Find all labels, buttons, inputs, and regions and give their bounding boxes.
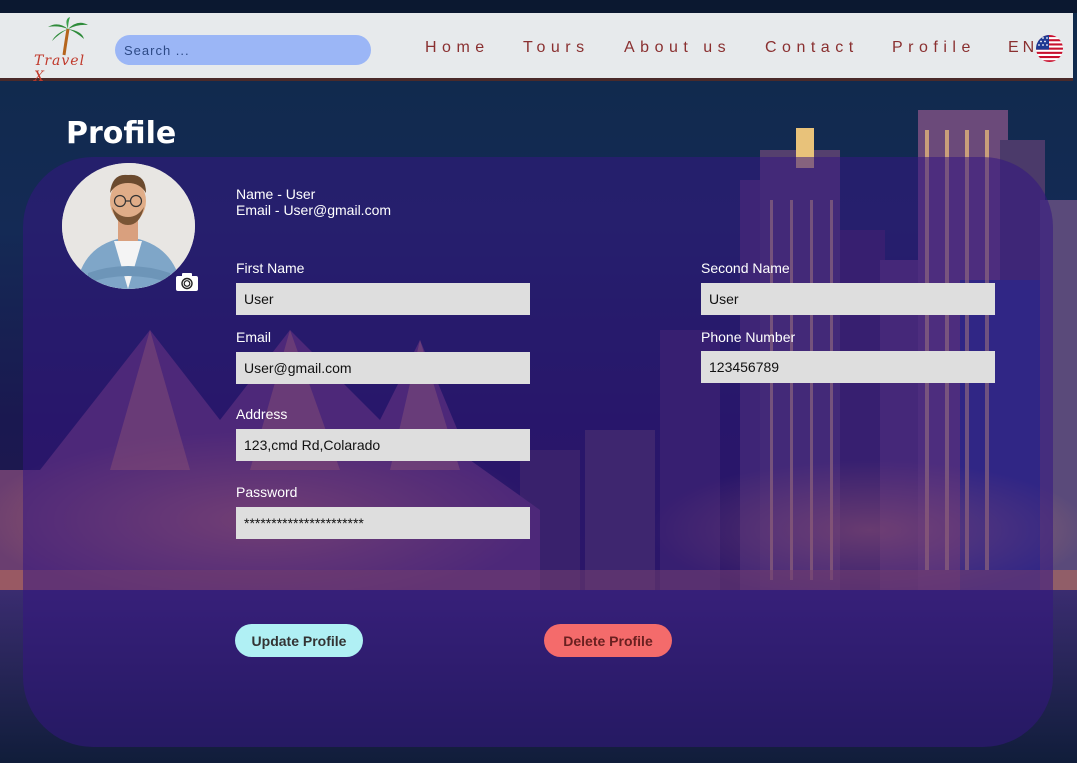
- email-field[interactable]: [236, 352, 530, 384]
- palm-logo-icon: [48, 17, 88, 56]
- password-label: Password: [236, 484, 298, 500]
- email-label: Email: [236, 329, 272, 345]
- header-bar: Travel X Home Tours About us Contact Pro…: [0, 13, 1073, 85]
- camera-icon[interactable]: [175, 272, 199, 292]
- delete-profile-button[interactable]: Delete Profile: [544, 624, 672, 657]
- language-selector[interactable]: EN: [1008, 39, 1038, 57]
- address-label: Address: [236, 406, 288, 422]
- email-summary: Email - User@gmail.com: [236, 202, 392, 218]
- top-strip: [0, 0, 1077, 13]
- phone-number-label: Phone Number: [701, 329, 796, 345]
- second-name-field[interactable]: [701, 283, 995, 315]
- nav-profile[interactable]: Profile: [892, 39, 976, 57]
- logo-text: Travel X: [34, 53, 86, 85]
- us-flag-icon[interactable]: [1036, 35, 1063, 62]
- first-name-field[interactable]: [236, 283, 530, 315]
- search-input[interactable]: [115, 35, 371, 65]
- nav-home[interactable]: Home: [425, 39, 490, 57]
- name-summary: Name - User: [236, 186, 316, 202]
- avatar[interactable]: [62, 163, 195, 289]
- update-profile-button[interactable]: Update Profile: [235, 624, 363, 657]
- password-field[interactable]: [236, 507, 530, 539]
- second-name-label: Second Name: [701, 260, 790, 276]
- nav-tours[interactable]: Tours: [523, 39, 590, 57]
- phone-number-field[interactable]: [701, 351, 995, 383]
- logo[interactable]: Travel X: [28, 17, 98, 85]
- nav-about-us[interactable]: About us: [624, 39, 731, 57]
- nav-contact[interactable]: Contact: [765, 39, 859, 57]
- page-title: Profile: [66, 116, 177, 151]
- address-field[interactable]: [236, 429, 530, 461]
- first-name-label: First Name: [236, 260, 305, 276]
